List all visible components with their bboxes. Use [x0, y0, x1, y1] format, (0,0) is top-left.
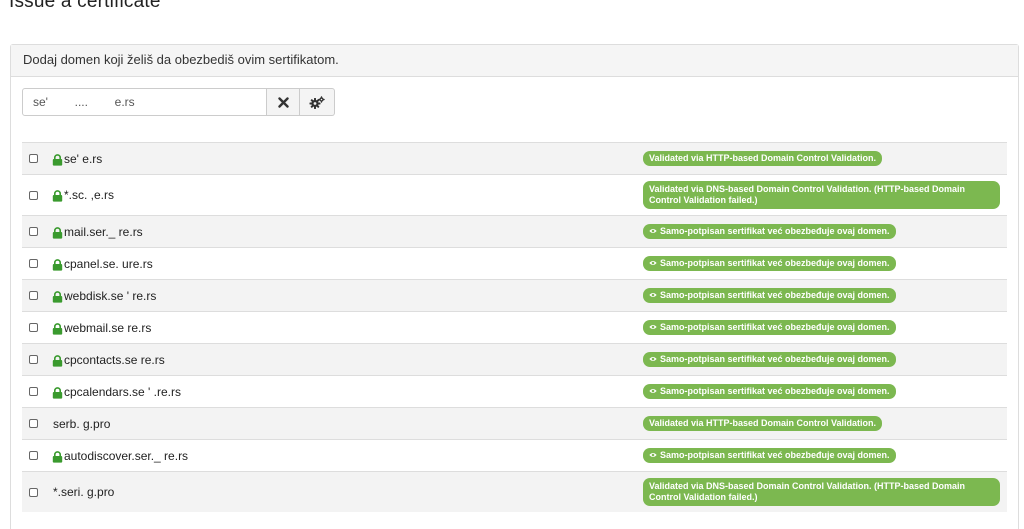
- times-icon: [277, 96, 289, 108]
- domain-search-input[interactable]: [22, 88, 267, 116]
- validation-status-badge: Samo-potpisan sertifikat već obezbeđuje …: [643, 384, 896, 399]
- domain-row: cpanel.se. ure.rs Samo-potpisan sertifika…: [22, 247, 1007, 279]
- domain-name: autodiscover.ser._ re.rs: [64, 448, 189, 463]
- domain-checkbox[interactable]: [29, 419, 38, 428]
- lock-icon: [52, 153, 63, 166]
- eye-icon: [649, 291, 657, 299]
- domain-checkbox[interactable]: [29, 259, 38, 268]
- domain-row: mail.ser._ re.rs Samo-potpisan sertifikat…: [22, 215, 1007, 247]
- lock-icon: [52, 189, 63, 202]
- domain-name: cpcalendars.se ' .re.rs: [64, 384, 182, 399]
- validation-status-badge: Samo-potpisan sertifikat već obezbeđuje …: [643, 256, 896, 271]
- domain-row: *.sc. ,e.rs Validated via DNS-based Domai…: [22, 174, 1007, 215]
- lock-icon: [52, 258, 63, 271]
- lock-icon: [52, 354, 63, 367]
- domain-name: webmail.se re.rs: [64, 320, 152, 335]
- eye-icon: [649, 387, 657, 395]
- eye-icon: [649, 451, 657, 459]
- validation-status-badge: Samo-potpisan sertifikat već obezbeđuje …: [643, 320, 896, 335]
- validation-status-badge: Samo-potpisan sertifikat već obezbeđuje …: [643, 224, 896, 239]
- domain-name: webdisk.se ' re.rs: [64, 288, 157, 303]
- validation-status-text: Validated via DNS-based Domain Control V…: [649, 481, 966, 502]
- domain-row: webdisk.se ' re.rs Samo-potpisan sertifik…: [22, 279, 1007, 311]
- validation-status-badge: Samo-potpisan sertifikat već obezbeđuje …: [643, 288, 896, 303]
- validation-status-text: Samo-potpisan sertifikat već obezbeđuje …: [660, 226, 890, 236]
- validation-status-badge: Validated via DNS-based Domain Control V…: [643, 181, 1000, 209]
- domain-checkbox[interactable]: [29, 154, 38, 163]
- domain-name: serb. g.pro: [53, 416, 111, 431]
- lock-icon: [52, 450, 63, 463]
- cogs-icon: [309, 95, 325, 109]
- domain-name: *.seri. g.pro: [53, 485, 115, 499]
- domains-panel: Dodaj domen koji želiš da obezbediš ovim…: [10, 44, 1019, 529]
- lock-icon: [52, 386, 63, 399]
- validation-status-text: Samo-potpisan sertifikat već obezbeđuje …: [660, 290, 890, 300]
- search-options-button[interactable]: [300, 88, 335, 116]
- domain-list: se' e.rs Validated via HTTP-based Domain …: [22, 142, 1007, 512]
- lock-icon: [52, 290, 63, 303]
- eye-icon: [649, 355, 657, 363]
- domain-row: serb. g.pro Validated via HTTP-based Doma…: [22, 407, 1007, 439]
- validation-status-text: Samo-potpisan sertifikat već obezbeđuje …: [660, 354, 890, 364]
- validation-status-badge: Samo-potpisan sertifikat već obezbeđuje …: [643, 448, 896, 463]
- validation-status-text: Samo-potpisan sertifikat već obezbeđuje …: [660, 450, 890, 460]
- eye-icon: [649, 259, 657, 267]
- domain-checkbox[interactable]: [29, 355, 38, 364]
- domain-row: cpcalendars.se ' .re.rs Samo-potpisan ser…: [22, 375, 1007, 407]
- domain-row: autodiscover.ser._ re.rs Samo-potpisan se…: [22, 439, 1007, 471]
- domain-name: cpcontacts.se re.rs: [64, 352, 165, 367]
- panel-heading: Dodaj domen koji želiš da obezbediš ovim…: [11, 45, 1018, 77]
- validation-status-text: Samo-potpisan sertifikat već obezbeđuje …: [660, 258, 890, 268]
- domain-checkbox[interactable]: [29, 487, 38, 497]
- validation-status-badge: Validated via HTTP-based Domain Control …: [643, 151, 883, 166]
- domain-checkbox[interactable]: [29, 387, 38, 396]
- domain-checkbox[interactable]: [29, 190, 38, 200]
- validation-status-text: Samo-potpisan sertifikat već obezbeđuje …: [660, 386, 890, 396]
- search-row: [22, 88, 335, 116]
- domain-name: se' e.rs: [64, 151, 103, 166]
- validation-status-text: Validated via HTTP-based Domain Control …: [649, 418, 877, 428]
- domain-checkbox[interactable]: [29, 291, 38, 300]
- validation-status-badge: Samo-potpisan sertifikat već obezbeđuje …: [643, 352, 896, 367]
- domain-name: mail.ser._ re.rs: [64, 224, 143, 239]
- domain-row: cpcontacts.se re.rs Samo-potpisan sertifi…: [22, 343, 1007, 375]
- domain-row: webmail.se re.rs Samo-potpisan sertifikat…: [22, 311, 1007, 343]
- domain-row: *.seri. g.pro Validated via DNS-based Dom…: [22, 471, 1007, 512]
- validation-status-badge: Validated via HTTP-based Domain Control …: [643, 416, 883, 431]
- clear-search-button[interactable]: [267, 88, 300, 116]
- domain-checkbox[interactable]: [29, 323, 38, 332]
- domain-row: se' e.rs Validated via HTTP-based Domain …: [22, 142, 1007, 174]
- validation-status-text: Validated via HTTP-based Domain Control …: [649, 153, 877, 163]
- domain-checkbox[interactable]: [29, 227, 38, 236]
- domain-name: *.sc. ,e.rs: [64, 188, 115, 202]
- validation-status-text: Validated via DNS-based Domain Control V…: [649, 184, 966, 205]
- lock-icon: [52, 322, 63, 335]
- validation-status-text: Samo-potpisan sertifikat već obezbeđuje …: [660, 322, 890, 332]
- page-title: Issue a certificate: [9, 0, 161, 12]
- domain-name: cpanel.se. ure.rs: [64, 256, 153, 271]
- domain-checkbox[interactable]: [29, 451, 38, 460]
- eye-icon: [649, 323, 657, 331]
- validation-status-badge: Validated via DNS-based Domain Control V…: [643, 478, 1000, 506]
- lock-icon: [52, 226, 63, 239]
- eye-icon: [649, 227, 657, 235]
- page: Issue a certificate Dodaj domen koji žel…: [0, 0, 1024, 529]
